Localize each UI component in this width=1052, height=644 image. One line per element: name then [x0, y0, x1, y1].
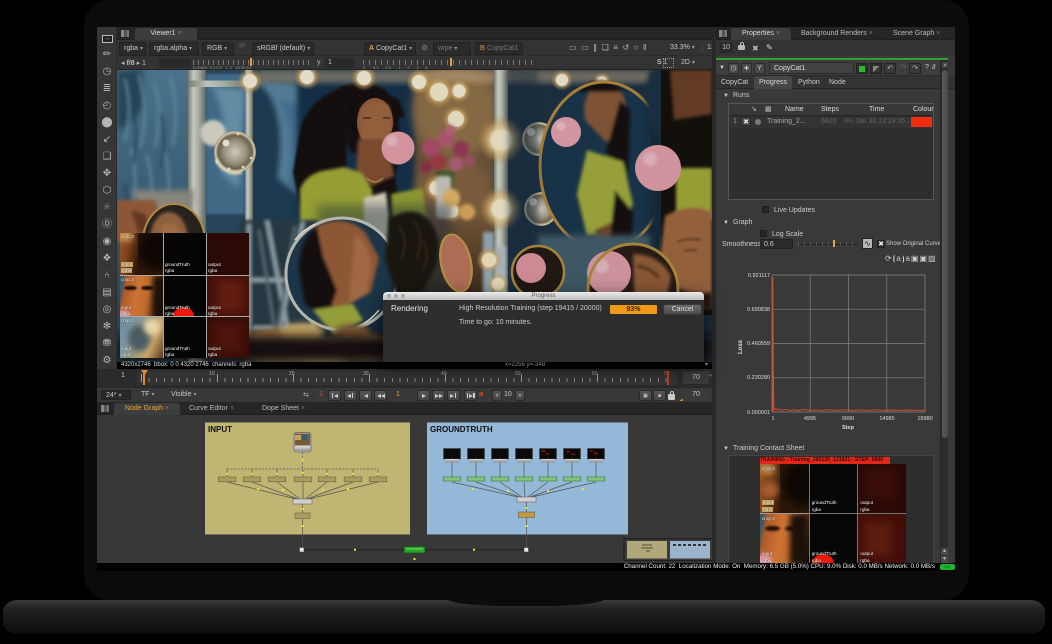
svg-text:0.000001: 0.000001: [747, 410, 770, 416]
svg-text:0.460559: 0.460559: [747, 341, 770, 347]
svg-text:Loss: Loss: [738, 339, 744, 354]
svg-text:9990: 9990: [842, 416, 854, 422]
svg-text:19980: 19980: [917, 416, 932, 422]
svg-text:4995: 4995: [804, 416, 816, 422]
svg-text:0.230280: 0.230280: [747, 375, 770, 381]
svg-text:14985: 14985: [879, 416, 894, 422]
svg-text:0.921117: 0.921117: [748, 273, 770, 279]
svg-text:Step: Step: [842, 425, 855, 431]
svg-text:INPUT: INPUT: [208, 425, 232, 434]
svg-text:0.690838: 0.690838: [747, 307, 770, 313]
svg-text:1: 1: [771, 416, 774, 422]
svg-text:GROUNDTRUTH: GROUNDTRUTH: [430, 425, 493, 434]
